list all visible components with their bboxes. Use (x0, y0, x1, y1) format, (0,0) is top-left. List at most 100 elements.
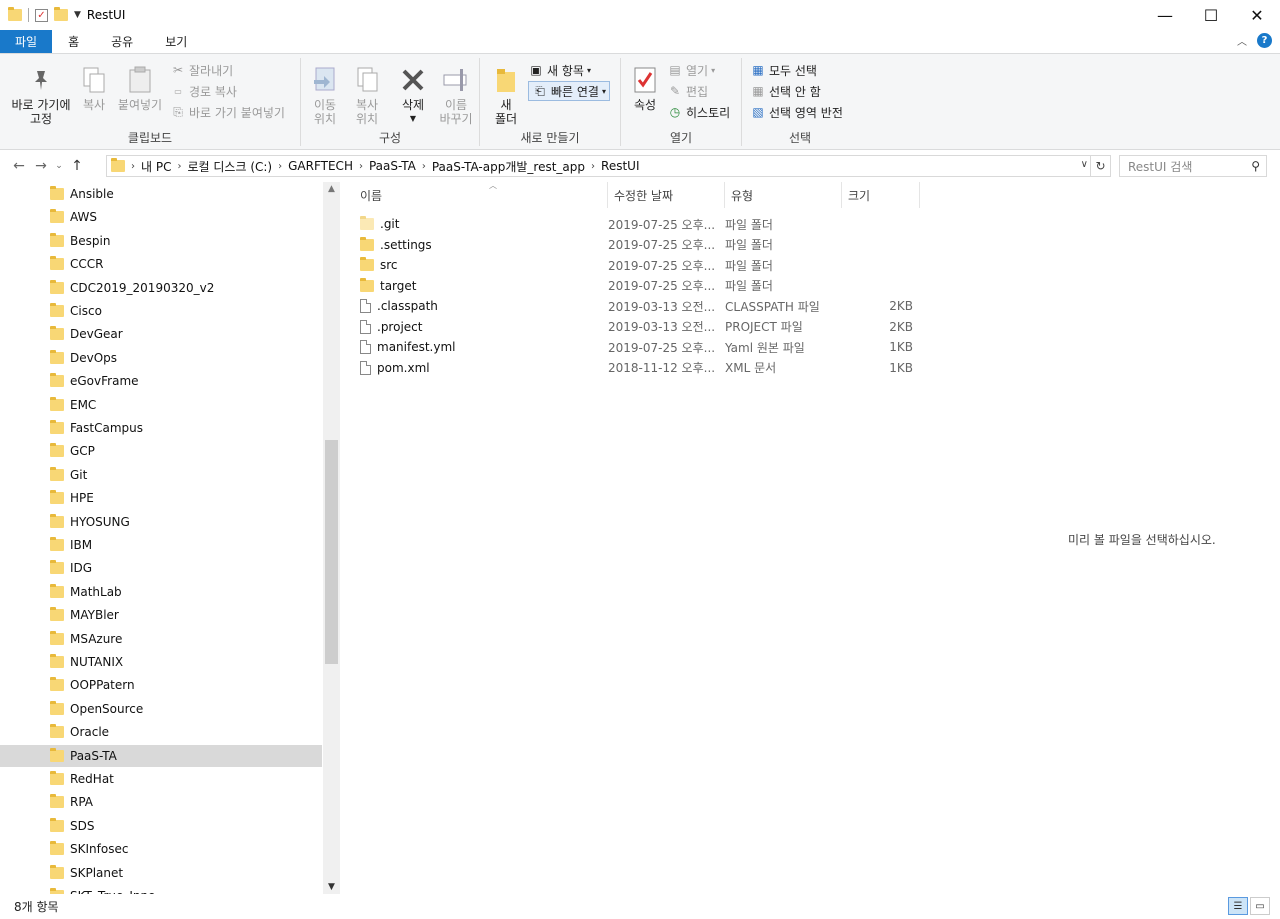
breadcrumb-restui[interactable]: RestUI (601, 159, 639, 173)
navigation-pane[interactable]: Ansible AWS Bespin CCCR CDC2019_20190320_v2 C… (0, 182, 340, 894)
tree-item[interactable]: DevGear (0, 323, 322, 345)
search-input[interactable]: RestUI 검색 ⚲ (1119, 155, 1267, 177)
properties-icon[interactable]: ✓ (35, 8, 48, 22)
paste-button[interactable]: 붙여넣기 (114, 64, 166, 112)
details-view-icon[interactable]: ☰ (1228, 897, 1248, 915)
copy-to-button[interactable]: 복사 위치 (347, 64, 387, 126)
folder-icon (50, 349, 64, 364)
breadcrumb-rest-app[interactable]: PaaS-TA-app개발_rest_app (432, 158, 585, 175)
tree-item[interactable]: HPE (0, 487, 322, 509)
navigation-scrollbar[interactable]: ▲ ▼ (323, 182, 340, 894)
pin-quick-access-button[interactable]: 바로 가기에 고정 (6, 64, 76, 126)
tree-item[interactable]: EMC (0, 394, 322, 416)
close-button[interactable]: ✕ (1234, 0, 1280, 30)
large-icons-view-icon[interactable]: ▭ (1250, 897, 1270, 915)
tree-item[interactable]: SDS (0, 815, 322, 837)
tree-item[interactable]: SKT_True_Inno (0, 885, 322, 894)
tree-item[interactable]: SKPlanet (0, 862, 322, 884)
file-row[interactable]: src 2019-07-25 오후... 파일 폴더 (360, 255, 920, 275)
up-arrow-icon[interactable]: ↑ (66, 158, 88, 174)
new-folder-icon[interactable] (54, 7, 68, 21)
copy-button[interactable]: 복사 (78, 64, 110, 112)
tree-item[interactable]: SKInfosec (0, 838, 322, 860)
tree-item[interactable]: PaaS-TA (0, 744, 322, 767)
file-row[interactable]: .project 2019-03-13 오전... PROJECT 파일 2KB (360, 317, 920, 337)
copy-path-button[interactable]: ▭ 경로 복사 (170, 81, 237, 101)
select-none-button[interactable]: ▦ 선택 안 함 (750, 81, 820, 101)
select-all-button[interactable]: ▦ 모두 선택 (750, 60, 817, 80)
tree-item[interactable]: HYOSUNG (0, 511, 322, 533)
tree-item[interactable]: Ansible (0, 183, 322, 205)
file-row[interactable]: target 2019-07-25 오후... 파일 폴더 (360, 276, 920, 296)
collapse-ribbon-icon[interactable]: ︿ (1237, 33, 1247, 48)
rename-button[interactable]: 이름 바꾸기 (435, 64, 477, 126)
breadcrumb-garftech[interactable]: GARFTECH (288, 159, 353, 173)
tree-item[interactable]: RPA (0, 791, 322, 813)
easy-access-button[interactable]: ⎗ 빠른 연결 ▾ (528, 81, 610, 101)
tree-item[interactable]: Git (0, 464, 322, 486)
scroll-up-icon[interactable]: ▲ (323, 184, 340, 194)
tree-item[interactable]: MSAzure (0, 628, 322, 650)
file-row[interactable]: manifest.yml 2019-07-25 오후... Yaml 원본 파일 1K… (360, 337, 920, 357)
tree-item[interactable]: Cisco (0, 300, 322, 322)
tree-item[interactable]: MAYBler (0, 604, 322, 626)
tree-item[interactable]: MathLab (0, 581, 322, 603)
tree-item[interactable]: OOPPatern (0, 674, 322, 696)
scrollbar-thumb[interactable] (325, 440, 338, 664)
new-item-button[interactable]: ▣ 새 항목 ▾ (528, 60, 591, 80)
tree-item[interactable]: OpenSource (0, 698, 322, 720)
address-dropdown-icon[interactable]: ∨ (1081, 159, 1088, 170)
paste-shortcut-button[interactable]: ⎘ 바로 가기 붙여넣기 (170, 102, 285, 122)
tab-share[interactable]: 공유 (95, 30, 149, 53)
breadcrumb-local-disk[interactable]: 로컬 디스크 (C:) (187, 158, 272, 175)
delete-button[interactable]: 삭제 ▼ (393, 64, 433, 126)
column-header-date[interactable]: 수정한 날짜 (608, 182, 725, 208)
tree-item[interactable]: CDC2019_20190320_v2 (0, 277, 322, 299)
refresh-icon[interactable]: ↻ (1091, 155, 1111, 177)
status-bar: 8개 항목 ☰ ▭ (0, 894, 1280, 919)
tree-item[interactable]: DevOps (0, 347, 322, 369)
tree-item[interactable]: eGovFrame (0, 370, 322, 392)
help-icon[interactable]: ? (1257, 33, 1272, 48)
tree-item[interactable]: RedHat (0, 768, 322, 790)
open-button[interactable]: ▤ 열기 ▾ (667, 60, 715, 80)
back-arrow-icon[interactable]: ← (8, 158, 30, 174)
open-icon: ▤ (669, 63, 681, 77)
column-header-name[interactable]: 이름 ︿ (354, 181, 608, 208)
scroll-down-icon[interactable]: ▼ (323, 882, 340, 892)
tree-item[interactable]: IDG (0, 557, 322, 579)
file-row[interactable]: .git 2019-07-25 오후... 파일 폴더 (360, 214, 920, 234)
file-row[interactable]: .classpath 2019-03-13 오전... CLASSPATH 파일 2K… (360, 296, 920, 316)
minimize-button[interactable]: — (1142, 0, 1188, 30)
tree-item[interactable]: IBM (0, 534, 322, 556)
maximize-button[interactable]: ☐ (1188, 0, 1234, 30)
invert-selection-button[interactable]: ▧ 선택 영역 반전 (750, 102, 843, 122)
history-button[interactable]: ◷ 히스토리 (667, 102, 730, 122)
tree-item[interactable]: Oracle (0, 721, 322, 743)
new-folder-button[interactable]: 새 폴더 (488, 64, 524, 126)
edit-button[interactable]: ✎ 편집 (667, 81, 708, 101)
tree-item[interactable]: CCCR (0, 253, 322, 275)
tree-item[interactable]: Bespin (0, 230, 322, 252)
tab-home[interactable]: 홈 (52, 30, 95, 53)
file-row[interactable]: .settings 2019-07-25 오후... 파일 폴더 (360, 235, 920, 255)
tree-item[interactable]: AWS (0, 206, 322, 228)
forward-arrow-icon[interactable]: → (30, 158, 52, 174)
tree-item[interactable]: NUTANIX (0, 651, 322, 673)
cut-button[interactable]: ✂ 잘라내기 (170, 60, 233, 80)
tab-file[interactable]: 파일 (0, 30, 53, 53)
address-bar[interactable]: › 내 PC › 로컬 디스크 (C:) › GARFTECH › PaaS-T… (106, 155, 1091, 177)
breadcrumb-paas-ta[interactable]: PaaS-TA (369, 159, 416, 173)
tree-item[interactable]: FastCampus (0, 417, 322, 439)
delete-dropdown-icon[interactable]: ▼ (410, 112, 416, 126)
file-row[interactable]: pom.xml 2018-11-12 오후... XML 문서 1KB (360, 358, 920, 378)
customize-toolbar-icon[interactable]: ▼ (74, 10, 81, 20)
column-header-size[interactable]: 크기 (842, 182, 920, 208)
move-to-button[interactable]: 이동 위치 (305, 64, 345, 126)
tab-view[interactable]: 보기 (149, 30, 203, 53)
breadcrumb-this-pc[interactable]: 내 PC (141, 158, 171, 175)
tree-item[interactable]: GCP (0, 440, 322, 462)
column-header-type[interactable]: 유형 (725, 182, 842, 208)
properties-button[interactable]: 속성 (627, 64, 663, 112)
recent-locations-icon[interactable]: ⌄ (52, 161, 66, 171)
